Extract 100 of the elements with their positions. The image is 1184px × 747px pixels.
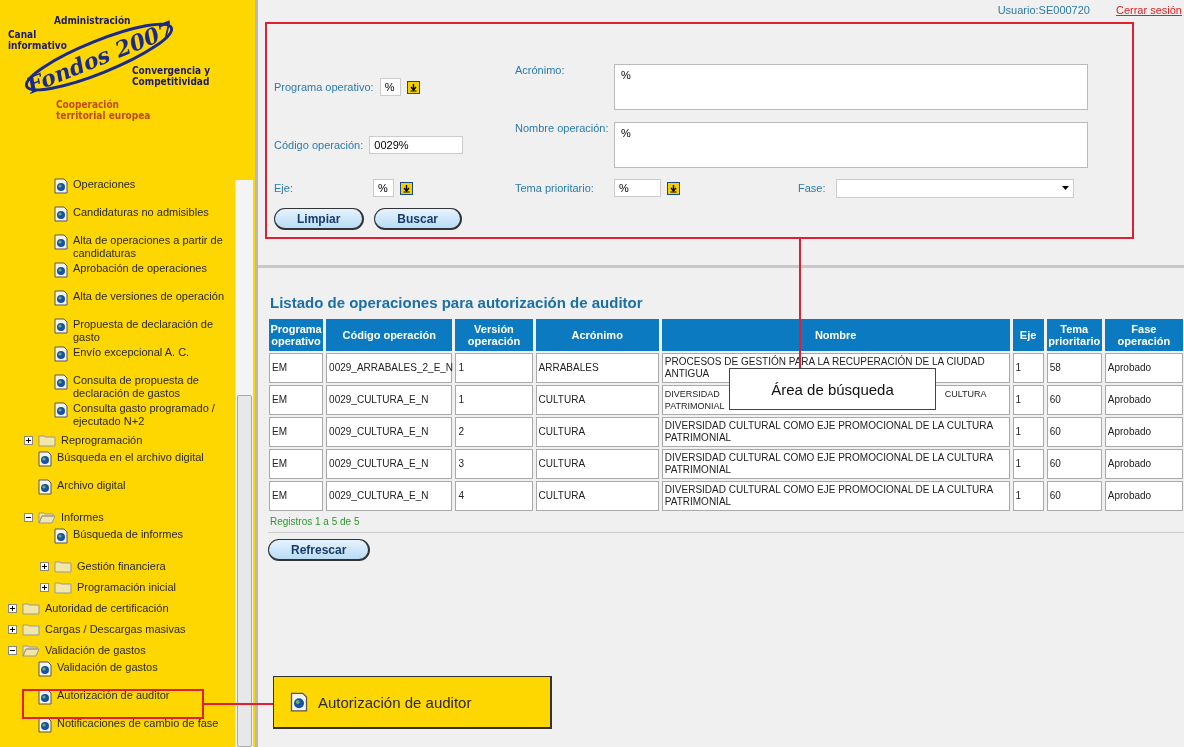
scrollbar[interactable] bbox=[235, 180, 253, 747]
field-label: Eje: bbox=[274, 182, 294, 194]
folder-icon bbox=[22, 623, 40, 636]
folder-icon bbox=[54, 560, 72, 573]
open-folder-icon bbox=[22, 644, 40, 657]
dropdown-arrow-icon[interactable] bbox=[667, 181, 680, 195]
document-globe-icon bbox=[54, 178, 68, 194]
field-label: Tema prioritario: bbox=[515, 182, 595, 194]
menu-item[interactable]: Autorización de auditor bbox=[57, 689, 231, 702]
field-label: Fase: bbox=[798, 182, 826, 194]
menu-item[interactable]: Candidaturas no admisibles bbox=[73, 206, 231, 219]
table-cell: 60 bbox=[1046, 417, 1102, 447]
table-cell: 60 bbox=[1046, 481, 1102, 511]
menu-item[interactable]: Envío excepcional A. C. bbox=[73, 346, 231, 359]
document-globe-icon bbox=[54, 206, 68, 222]
column-header: Eje bbox=[1012, 319, 1044, 351]
table-cell: 0029_CULTURA_E_N bbox=[326, 385, 453, 415]
menu-folder[interactable]: Gestión financiera bbox=[77, 560, 231, 573]
document-globe-icon bbox=[38, 661, 52, 677]
table-cell: 1 bbox=[1012, 481, 1044, 511]
menu-item[interactable]: Propuesta de declaración de gasto bbox=[73, 318, 231, 344]
input-field[interactable]: % bbox=[614, 122, 1088, 168]
menu-item[interactable]: Aprobación de operaciones bbox=[73, 262, 231, 275]
dropdown-field[interactable] bbox=[835, 178, 1074, 198]
menu-item[interactable]: Búsqueda de informes bbox=[73, 528, 231, 541]
column-header: Programa operativo bbox=[269, 319, 324, 351]
menu-item[interactable]: Operaciones bbox=[73, 178, 231, 191]
dropdown-arrow-icon[interactable] bbox=[400, 181, 413, 195]
table-cell: EM bbox=[269, 385, 324, 415]
table-cell: 1 bbox=[1012, 417, 1044, 447]
table-cell: EM bbox=[269, 449, 324, 479]
menu-item[interactable]: Notificaciones de cambio de fase bbox=[57, 717, 231, 730]
table-cell: CULTURA bbox=[535, 385, 659, 415]
menu-item[interactable]: Consulta gasto programado / ejecutado N+2 bbox=[73, 402, 231, 428]
input-field[interactable]: 0029% bbox=[369, 136, 464, 154]
table-cell: CULTURA bbox=[535, 417, 659, 447]
menu-folder[interactable]: Programación inicial bbox=[77, 581, 231, 594]
input-field[interactable]: % bbox=[614, 179, 661, 197]
table-cell: Aprobado bbox=[1104, 353, 1183, 383]
leader-line bbox=[203, 703, 273, 705]
table-cell: 1 bbox=[1012, 449, 1044, 479]
table-cell: CULTURA bbox=[535, 481, 659, 511]
menu-item[interactable]: Archivo digital bbox=[57, 479, 231, 492]
folder-icon bbox=[54, 581, 72, 594]
column-header: Nombre bbox=[661, 319, 1010, 351]
expand-icon[interactable] bbox=[8, 604, 17, 613]
column-header: Versión operación bbox=[455, 319, 533, 351]
open-folder-icon bbox=[38, 511, 56, 524]
table-cell: EM bbox=[269, 417, 324, 447]
table-cell: 60 bbox=[1046, 385, 1102, 415]
collapse-icon[interactable] bbox=[24, 513, 33, 522]
menu-item[interactable]: Búsqueda en el archivo digital bbox=[57, 451, 231, 464]
menu-folder[interactable]: Autoridad de certificación bbox=[45, 602, 231, 615]
table-cell: Aprobado bbox=[1104, 385, 1183, 415]
menu-item[interactable]: Alta de operaciones a partir de candidaturas bbox=[73, 234, 231, 260]
document-globe-icon bbox=[54, 290, 68, 306]
dropdown-arrow-icon[interactable] bbox=[406, 80, 420, 94]
menu-item[interactable]: Alta de versiones de operación bbox=[73, 290, 231, 303]
expand-icon[interactable] bbox=[24, 436, 33, 445]
menu-folder[interactable]: Validación de gastos bbox=[45, 644, 231, 657]
menu-folder[interactable]: Informes bbox=[61, 511, 231, 524]
logout-link[interactable]: Cerrar sesión bbox=[1115, 4, 1182, 22]
table-cell: 2 bbox=[455, 417, 533, 447]
table-cell: 4 bbox=[455, 481, 533, 511]
table-cell: EM bbox=[269, 353, 324, 383]
table-cell: 1 bbox=[455, 353, 533, 383]
form-button[interactable]: Buscar bbox=[374, 208, 463, 230]
menu-item[interactable]: Consulta de propuesta de declaración de gastos bbox=[73, 374, 231, 400]
document-globe-icon bbox=[54, 318, 68, 334]
collapse-icon[interactable] bbox=[8, 646, 17, 655]
input-field[interactable]: % bbox=[614, 64, 1088, 110]
listing-title: Listado de operaciones para autorización de auditor bbox=[270, 294, 644, 311]
column-header: Acrónimo bbox=[535, 319, 659, 351]
table-cell: Aprobado bbox=[1104, 417, 1183, 447]
caret-icon bbox=[1061, 186, 1069, 190]
table-cell: 0029_ARRABALES_2_E_N bbox=[326, 353, 453, 383]
expand-icon[interactable] bbox=[8, 625, 17, 634]
table-cell: CULTURA bbox=[535, 449, 659, 479]
table-cell: DIVERSIDAD CULTURAL COMO EJE PROMOCIONAL DE LA CULTURA PATRIMONIAL bbox=[661, 417, 1010, 447]
field-label: Nombre operación: bbox=[515, 121, 610, 134]
refresh-button[interactable]: Refrescar bbox=[268, 539, 371, 561]
column-header: Fase operación bbox=[1104, 319, 1183, 351]
form-button[interactable]: Limpiar bbox=[274, 208, 365, 230]
user-label: Usuario:SE000720 bbox=[997, 4, 1090, 18]
document-globe-icon bbox=[54, 374, 68, 390]
callout: Área de búsqueda bbox=[729, 368, 936, 410]
table-cell: 0029_CULTURA_E_N bbox=[326, 481, 453, 511]
menu-item[interactable]: Validación de gastos bbox=[57, 661, 231, 674]
field-label: Programa operativo: bbox=[274, 81, 374, 93]
input-field[interactable]: % bbox=[373, 179, 394, 197]
document-globe-icon bbox=[54, 528, 68, 544]
column-header: Código operación bbox=[326, 319, 453, 351]
field-label: Acrónimo: bbox=[515, 63, 566, 76]
input-field[interactable]: % bbox=[379, 78, 401, 96]
table-cell: 1 bbox=[1012, 353, 1044, 383]
expand-icon[interactable] bbox=[40, 562, 49, 571]
menu-folder[interactable]: Cargas / Descargas masivas bbox=[45, 623, 231, 636]
table-cell: 0029_CULTURA_E_N bbox=[326, 449, 453, 479]
menu-folder[interactable]: Reprogramación bbox=[61, 434, 231, 447]
expand-icon[interactable] bbox=[40, 583, 49, 592]
